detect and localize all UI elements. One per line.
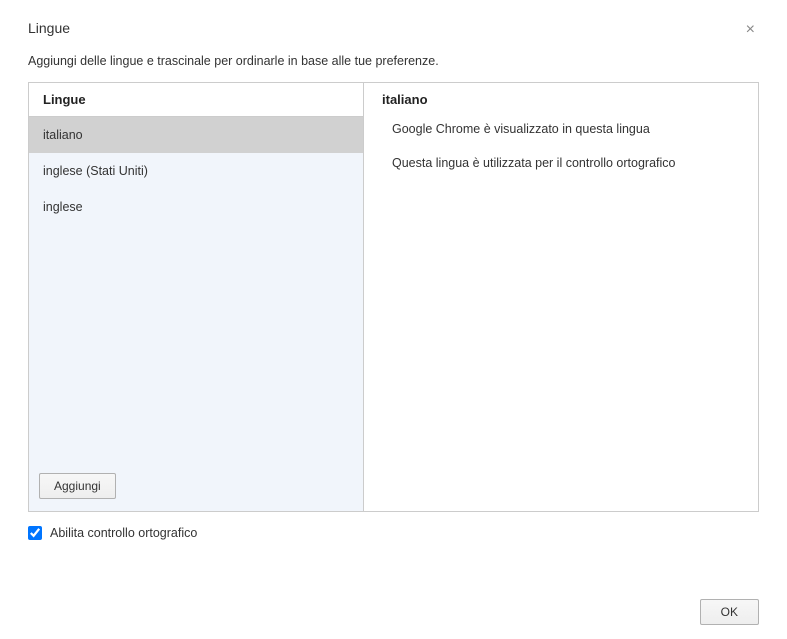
language-item-inglese[interactable]: inglese	[29, 189, 363, 225]
close-icon[interactable]: ×	[742, 20, 759, 40]
add-button[interactable]: Aggiungi	[39, 473, 116, 499]
language-list: italiano inglese (Stati Uniti) inglese	[29, 117, 363, 463]
language-list-panel: Lingue italiano inglese (Stati Uniti) in…	[29, 83, 364, 511]
spellcheck-checkbox-label: Abilita controllo ortografico	[50, 526, 197, 540]
add-row: Aggiungi	[29, 463, 363, 511]
language-item-label: inglese (Stati Uniti)	[43, 164, 148, 178]
language-item-label: italiano	[43, 128, 83, 142]
dialog-subtitle: Aggiungi delle lingue e trascinale per o…	[28, 54, 759, 68]
language-item-label: inglese	[43, 200, 83, 214]
languages-dialog: Lingue × Aggiungi delle lingue e trascin…	[0, 0, 787, 639]
language-list-header: Lingue	[29, 83, 363, 117]
detail-spellcheck-language: Questa lingua è utilizzata per il contro…	[364, 150, 758, 184]
language-item-italiano[interactable]: italiano	[29, 117, 363, 153]
detail-display-language: Google Chrome è visualizzato in questa l…	[364, 116, 758, 150]
dialog-title: Lingue	[28, 20, 70, 36]
detail-header: italiano	[364, 83, 758, 116]
spellcheck-checkbox-row[interactable]: Abilita controllo ortografico	[28, 526, 759, 540]
dialog-footer: OK	[700, 599, 759, 625]
main-box: Lingue italiano inglese (Stati Uniti) in…	[28, 82, 759, 512]
ok-button[interactable]: OK	[700, 599, 759, 625]
spellcheck-checkbox[interactable]	[28, 526, 42, 540]
language-item-inglese-us[interactable]: inglese (Stati Uniti)	[29, 153, 363, 189]
language-detail-panel: italiano Google Chrome è visualizzato in…	[364, 83, 758, 511]
dialog-header: Lingue ×	[28, 20, 759, 40]
